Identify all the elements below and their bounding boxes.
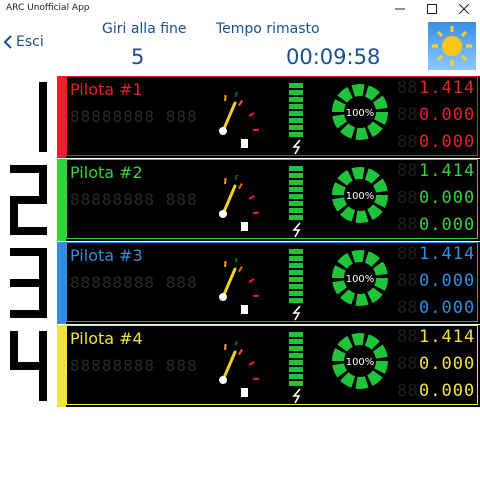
maximize-icon xyxy=(427,4,437,14)
pilot-value-2: 0.000 xyxy=(419,105,476,125)
pilot-value-3: 0.000 xyxy=(419,215,476,235)
back-label: Esci xyxy=(16,34,44,50)
lightning-icon xyxy=(292,139,301,155)
pilot-name: Pilota #2 xyxy=(70,163,143,182)
pilot-dashboard: Pilota #2 88888888 888 F 100% 88 88 88 1… xyxy=(66,159,478,239)
fuel-ring-indicator: 100% xyxy=(332,167,388,223)
fuel-ring-indicator: 100% xyxy=(332,84,388,140)
pilot-dashboard: Pilota #3 88888888 888 F 100% 88 88 88 1… xyxy=(66,242,478,322)
pilot-value-1: 1.414 xyxy=(419,244,476,264)
pilot-ghost-digits: 88888888 888 xyxy=(70,190,198,209)
time-value: 00:09:58 xyxy=(286,45,381,69)
pilot-color-stripe xyxy=(57,325,66,407)
pilot-ghost-digits: 88888888 888 xyxy=(70,273,198,292)
pilot-ghost-digits: 88888888 888 xyxy=(70,107,198,126)
pilot-value-2: 0.000 xyxy=(419,354,476,374)
pilot-panel-2: 2 Pilota #2 88888888 888 F 100 xyxy=(0,159,480,241)
pilot-name: Pilota #1 xyxy=(70,80,143,99)
pilot-color-stripe xyxy=(57,76,66,158)
fuel-gauge-icon: F xyxy=(219,175,260,231)
pilot-panel-4: 4 Pilota #4 88888888 888 F 100 xyxy=(0,325,480,407)
lightning-icon xyxy=(292,222,301,238)
fuel-ring-indicator: 100% xyxy=(332,250,388,306)
pilot-color-stripe xyxy=(57,242,66,324)
chevron-left-icon xyxy=(3,35,12,49)
time-label: Tempo rimasto xyxy=(216,21,320,37)
pilot-value-3: 0.000 xyxy=(419,298,476,318)
pilot-number: 4 xyxy=(0,325,57,407)
window-titlebar: ARC Unofficial App xyxy=(0,0,480,18)
svg-text:F: F xyxy=(235,258,239,265)
pilot-value-1: 1.414 xyxy=(419,327,476,347)
laps-value: 5 xyxy=(131,45,145,69)
weather-sun-icon[interactable] xyxy=(428,22,476,70)
pilot-dashboard: Pilota #1 88888888 888 F 100% 88 88 88 1… xyxy=(66,76,478,156)
pilot-name: Pilota #3 xyxy=(70,246,143,265)
fuel-gauge-icon: F xyxy=(219,341,260,397)
pilot-panel-1: 1 Pilota #1 88888888 888 F 100 xyxy=(0,76,480,158)
pilot-value-3: 0.000 xyxy=(419,381,476,401)
energy-bar-meter xyxy=(289,166,305,242)
pilot-ghost-digits: 88888888 888 xyxy=(70,356,198,375)
svg-text:100%: 100% xyxy=(346,274,375,285)
pilot-value-3: 0.000 xyxy=(419,132,476,152)
energy-bar-meter xyxy=(289,332,305,408)
pilot-name: Pilota #4 xyxy=(70,329,143,348)
pilot-value-2: 0.000 xyxy=(419,271,476,291)
pilot-value-2: 0.000 xyxy=(419,188,476,208)
energy-bar-meter xyxy=(289,249,305,325)
window-title: ARC Unofficial App xyxy=(6,3,90,13)
back-button[interactable]: Esci xyxy=(3,34,44,50)
svg-text:100%: 100% xyxy=(346,191,375,202)
minimize-icon xyxy=(395,8,405,10)
minimize-button[interactable] xyxy=(384,0,416,18)
svg-text:F: F xyxy=(235,92,239,99)
pilot-number: 2 xyxy=(0,159,57,241)
close-icon xyxy=(459,4,469,14)
pilot-number: 3 xyxy=(0,242,57,324)
lightning-icon xyxy=(292,305,301,321)
fuel-ring-indicator: 100% xyxy=(332,333,388,389)
lightning-icon xyxy=(292,388,301,404)
pilot-value-1: 1.414 xyxy=(419,78,476,98)
fuel-gauge-icon: F xyxy=(219,92,260,148)
svg-text:100%: 100% xyxy=(346,108,375,119)
svg-text:F: F xyxy=(235,175,239,182)
maximize-button[interactable] xyxy=(416,0,448,18)
svg-text:100%: 100% xyxy=(346,357,375,368)
close-button[interactable] xyxy=(448,0,480,18)
pilot-panel-3: 3 Pilota #3 88888888 888 F 100 xyxy=(0,242,480,324)
pilot-color-stripe xyxy=(57,159,66,241)
energy-bar-meter xyxy=(289,83,305,159)
pilot-number: 1 xyxy=(0,76,57,158)
fuel-gauge-icon: F xyxy=(219,258,260,314)
laps-label: Giri alla fine xyxy=(102,21,187,37)
svg-text:F: F xyxy=(235,341,239,348)
race-header: Esci Giri alla fine 5 Tempo rimasto 00:0… xyxy=(0,18,480,74)
pilot-value-1: 1.414 xyxy=(419,161,476,181)
pilot-dashboard: Pilota #4 88888888 888 F 100% 88 88 88 1… xyxy=(66,325,478,405)
